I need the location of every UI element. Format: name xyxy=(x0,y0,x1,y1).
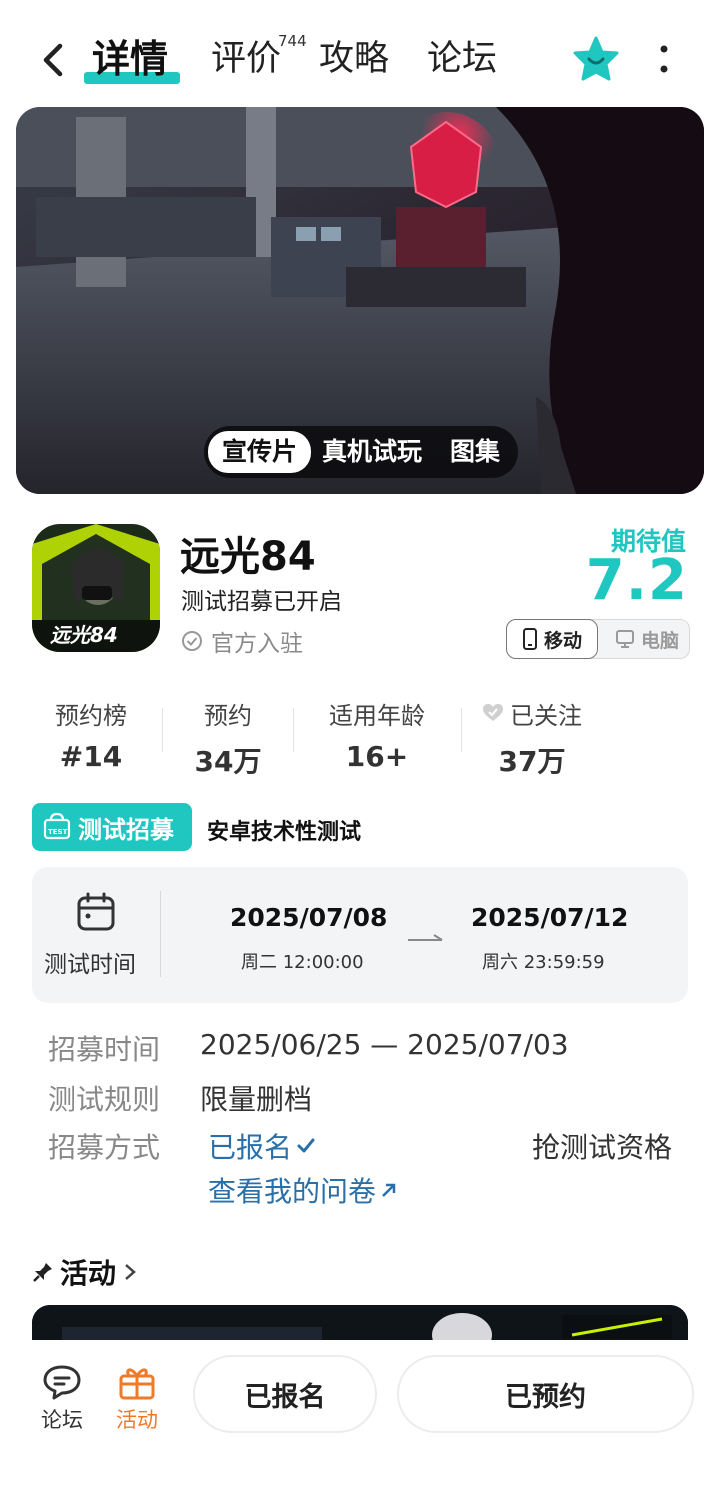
svg-text:TEST: TEST xyxy=(48,828,68,836)
media-tab-trailer[interactable]: 宣传片 xyxy=(208,431,312,473)
bottom-forum-button[interactable]: 论坛 xyxy=(32,1360,92,1434)
media-tab-gameplay[interactable]: 真机试玩 xyxy=(322,434,422,470)
media-tab-gallery[interactable]: 图集 xyxy=(450,434,500,470)
reviews-count-badge: 744 xyxy=(278,32,307,50)
test-time-box: 测试时间 2025/07/08 周二 12:00:00 2025/07/12 周… xyxy=(32,867,688,1003)
tab-reviews[interactable]: 评价 xyxy=(211,36,281,82)
stat-divider xyxy=(461,708,462,752)
platform-mobile-label: 移动 xyxy=(543,629,582,652)
test-rule-label: 测试规则 xyxy=(48,1083,161,1116)
recruit-method-label: 招募方式 xyxy=(48,1131,161,1164)
gift-icon xyxy=(119,1368,155,1400)
check-icon xyxy=(297,1138,315,1153)
stat-followed-label: 已关注 xyxy=(474,698,590,730)
test-rule-value: 限量删档 xyxy=(200,1083,313,1116)
recruit-time-value: 2025/06/25 — 2025/07/03 xyxy=(200,1028,569,1061)
forum-chat-icon xyxy=(43,1365,81,1400)
recruit-tag-label: 测试招募 xyxy=(78,815,174,844)
bottom-activity-label: 活动 xyxy=(116,1408,158,1432)
expect-score-value: 7.2 xyxy=(585,548,688,613)
stat-age-label: 适用年龄 xyxy=(329,701,425,730)
calendar-icon xyxy=(77,892,115,931)
stat-divider xyxy=(162,708,163,752)
activity-banner[interactable] xyxy=(32,1305,688,1345)
tab-details[interactable]: 详情 xyxy=(92,36,168,82)
bottom-forum-label: 论坛 xyxy=(41,1408,83,1432)
stat-followed[interactable]: 已关注 37万 xyxy=(474,698,590,780)
stat-reservations: 预约 34万 xyxy=(178,698,278,780)
test-start-time: 周二 12:00:00 xyxy=(241,952,364,973)
stat-reservations-value: 34万 xyxy=(194,745,262,778)
platform-pc-button[interactable]: 电脑 xyxy=(603,620,691,658)
activity-title: 活动 xyxy=(60,1257,117,1290)
phone-icon xyxy=(522,628,537,650)
test-end-date: 2025/07/12 xyxy=(471,903,629,932)
tab-forum[interactable]: 论坛 xyxy=(427,36,497,82)
stat-reservations-label: 预约 xyxy=(204,701,252,730)
date-range-arrow-icon xyxy=(408,934,443,941)
more-options-icon[interactable] xyxy=(650,40,678,80)
svg-text:远光84: 远光84 xyxy=(50,623,118,647)
stat-rank-value: #14 xyxy=(59,740,123,773)
bottom-activity-button[interactable]: 活动 xyxy=(107,1360,167,1434)
reserved-button[interactable]: 已预约 xyxy=(397,1355,694,1433)
stat-age-value: 16+ xyxy=(345,740,409,773)
test-time-label: 测试时间 xyxy=(44,952,136,978)
test-start-date: 2025/07/08 xyxy=(230,903,388,932)
stat-followed-value: 37万 xyxy=(498,745,566,778)
monitor-icon xyxy=(615,630,634,648)
signed-up-button[interactable]: 已报名 xyxy=(193,1355,377,1433)
recruit-time-label: 招募时间 xyxy=(48,1033,161,1066)
stat-rank-label: 预约榜 xyxy=(55,701,127,730)
timebox-divider xyxy=(160,891,161,977)
platform-mobile-button[interactable]: 移动 xyxy=(506,619,598,659)
pin-icon xyxy=(33,1263,52,1282)
stat-rank[interactable]: 预约榜 #14 xyxy=(40,698,142,774)
stat-age: 适用年龄 16+ xyxy=(314,698,440,774)
bottom-action-bar: 论坛 活动 已报名 已预约 xyxy=(0,1340,720,1497)
platform-pc-label: 电脑 xyxy=(640,629,679,652)
official-badge: 官方入驻 xyxy=(181,624,303,658)
chevron-right-icon xyxy=(125,1264,136,1280)
media-type-switcher: 宣传片 真机试玩 图集 xyxy=(204,426,518,478)
tab-guides[interactable]: 攻略 xyxy=(319,36,389,82)
back-arrow-icon[interactable] xyxy=(36,40,70,80)
signed-up-link[interactable]: 已报名 xyxy=(208,1126,316,1166)
game-app-icon: 远光84 xyxy=(32,524,160,652)
official-label: 官方入驻 xyxy=(211,631,303,657)
activity-section-header[interactable]: 活动 xyxy=(32,1252,138,1292)
game-title: 远光84 xyxy=(180,534,316,580)
recruit-tag: TEST 测试招募 xyxy=(32,803,192,851)
favorite-star-icon[interactable] xyxy=(572,36,620,82)
view-questionnaire-link[interactable]: 查看我的问卷 xyxy=(208,1170,398,1210)
grab-test-slot-link[interactable]: 抢测试资格 xyxy=(532,1126,672,1166)
top-nav-bar: 详情 评价 744 攻略 论坛 xyxy=(0,0,720,104)
test-end-time: 周六 23:59:59 xyxy=(482,952,605,973)
game-subtitle: 测试招募已开启 xyxy=(181,589,342,615)
platform-toggle: 移动 电脑 xyxy=(506,619,690,659)
heart-icon xyxy=(483,704,503,721)
recruit-test-type: 安卓技术性测试 xyxy=(207,820,362,845)
test-badge-icon: TEST xyxy=(43,812,71,840)
activity-banner-image xyxy=(32,1305,688,1345)
verified-check-icon xyxy=(182,631,202,651)
external-arrow-icon xyxy=(382,1183,396,1197)
stat-divider xyxy=(293,708,294,752)
